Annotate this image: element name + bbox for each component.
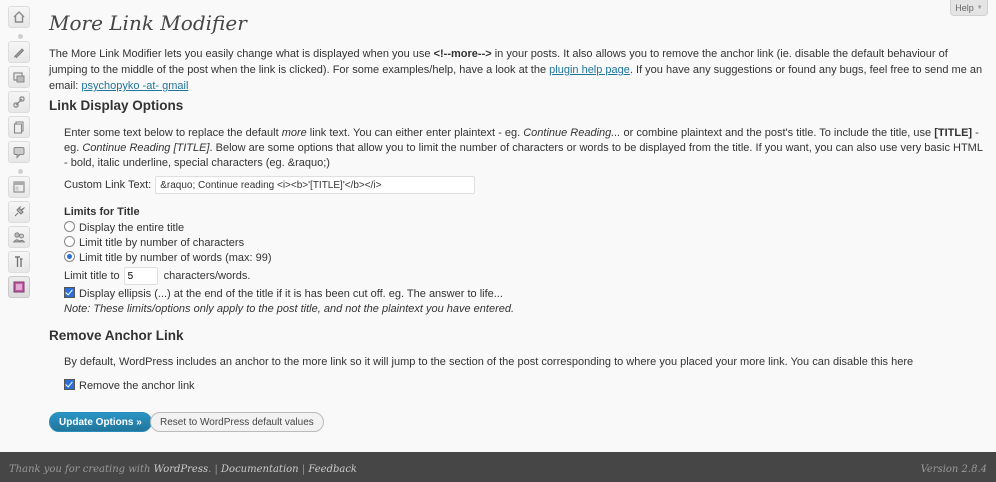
menu-separator [8, 166, 32, 176]
limit-unit: characters/words. [163, 270, 251, 282]
remove-anchor-heading: Remove Anchor Link [49, 328, 184, 343]
users-icon[interactable] [8, 226, 30, 248]
update-options-button[interactable]: Update Options » [49, 412, 152, 432]
email-link[interactable]: psychopyko -at- gmail [81, 80, 188, 92]
desc-text-3: or combine plaintext and the post's titl… [620, 127, 935, 139]
remove-anchor-label: Remove the anchor link [79, 380, 195, 392]
custom-link-row: Custom Link Text: [64, 176, 476, 194]
option-entire-title-label: Display the entire title [79, 222, 185, 234]
desc-text-1: Enter some text below to replace the def… [64, 127, 282, 139]
posts-icon[interactable] [8, 41, 30, 63]
pages-icon[interactable] [8, 116, 30, 138]
admin-menu [8, 6, 32, 301]
intro-code-more: more [451, 48, 478, 60]
intro-code-open: <!-- [433, 48, 452, 60]
limit-row: Limit title to characters/words. [64, 267, 250, 285]
footer-documentation-link[interactable]: Documentation [221, 464, 299, 475]
footer-separator: . | [208, 464, 222, 475]
desc-example-1: Continue Reading... [523, 127, 621, 139]
custom-link-label: Custom Link Text: [64, 179, 152, 191]
plugin-help-link[interactable]: plugin help page [549, 64, 630, 76]
option-limit-chars-label: Limit title by number of characters [79, 237, 245, 249]
dashboard-icon[interactable] [8, 6, 30, 28]
option-limit-words[interactable]: Limit title by number of words (max: 99) [64, 251, 272, 266]
remove-anchor-option[interactable]: Remove the anchor link [64, 379, 195, 394]
ellipsis-label: Display ellipsis (...) at the end of the… [79, 288, 503, 300]
remove-anchor-description: By default, WordPress includes an anchor… [64, 356, 914, 368]
remove-anchor-checkbox[interactable] [64, 379, 75, 390]
reset-defaults-button[interactable]: Reset to WordPress default values [150, 412, 324, 432]
title-limit-options: Display the entire title Limit title by … [64, 221, 272, 266]
tools-icon[interactable] [8, 251, 30, 273]
plugins-icon[interactable] [8, 201, 30, 223]
option-entire-title[interactable]: Display the entire title [64, 221, 272, 236]
chevron-down-icon: ▼ [976, 4, 983, 11]
footer: Thank you for creating with WordPress. |… [0, 452, 996, 482]
footer-wordpress-link[interactable]: WordPress [154, 464, 209, 475]
links-icon[interactable] [8, 91, 30, 113]
limit-input[interactable] [123, 267, 158, 285]
option-limit-chars[interactable]: Limit title by number of characters [64, 236, 272, 251]
help-tab-label: Help [955, 2, 974, 13]
ellipsis-option[interactable]: Display ellipsis (...) at the end of the… [64, 287, 503, 302]
page-title: More Link Modifier [49, 11, 247, 35]
intro-code-close: --> [477, 48, 492, 60]
menu-separator [8, 31, 32, 41]
radio-entire-title[interactable] [64, 221, 75, 232]
intro-part1: The More Link Modifier lets you easily c… [49, 48, 434, 60]
desc-more-italic: more [281, 127, 307, 139]
appearance-icon[interactable] [8, 176, 30, 198]
footer-thanks: Thank you for creating with [9, 464, 154, 475]
limit-label: Limit title to [64, 270, 120, 282]
ellipsis-checkbox[interactable] [64, 287, 75, 298]
comments-icon[interactable] [8, 141, 30, 163]
footer-separator: | [298, 464, 309, 475]
footer-left: Thank you for creating with WordPress. |… [9, 464, 357, 475]
desc-text-2: link text. You can either enter plaintex… [306, 127, 524, 139]
limits-heading: Limits for Title [64, 206, 140, 218]
radio-limit-words[interactable] [64, 251, 75, 262]
link-display-description: Enter some text below to replace the def… [64, 126, 984, 171]
link-display-heading: Link Display Options [49, 98, 184, 113]
settings-icon[interactable] [8, 276, 30, 298]
desc-title-token: [TITLE] [934, 127, 973, 139]
limits-note: Note: These limits/options only apply to… [64, 303, 515, 315]
radio-limit-chars[interactable] [64, 236, 75, 247]
custom-link-input[interactable] [155, 176, 476, 194]
footer-feedback-link[interactable]: Feedback [308, 464, 357, 475]
desc-example-2: Continue Reading [TITLE] [82, 142, 210, 154]
footer-version: Version 2.8.4 [920, 464, 987, 475]
link-display-section: Enter some text below to replace the def… [64, 126, 984, 171]
help-tab[interactable]: Help ▼ [950, 0, 988, 16]
media-icon[interactable] [8, 66, 30, 88]
option-limit-words-label: Limit title by number of words (max: 99) [79, 252, 272, 264]
intro-text: The More Link Modifier lets you easily c… [49, 46, 989, 94]
